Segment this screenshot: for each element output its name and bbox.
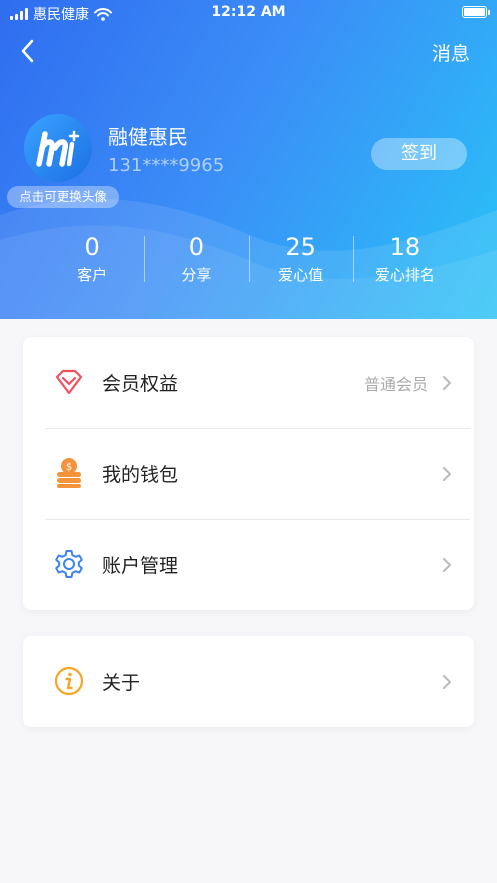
battery-icon [462, 6, 490, 18]
status-time: 12:12 AM [211, 4, 286, 20]
messages-link[interactable]: 消息 [432, 39, 470, 66]
stat-shares[interactable]: 0 分享 [144, 232, 248, 288]
menu-label: 关于 [102, 672, 141, 694]
change-avatar-tip[interactable]: 点击可更换头像 [7, 186, 119, 208]
profile-header: 惠民健康 12:12 AM 消息 点击可更换头像 融健惠民 131****996… [0, 0, 497, 319]
about-card: 关于 [23, 636, 474, 727]
stat-label: 爱心值 [278, 266, 324, 284]
chevron-right-icon [443, 558, 451, 572]
stat-value: 0 [188, 233, 205, 261]
svg-text:$: $ [66, 462, 72, 473]
stat-label: 客户 [77, 266, 108, 284]
stat-value: 25 [285, 233, 316, 261]
avatar[interactable] [24, 114, 92, 182]
membership-level: 普通会员 [363, 374, 428, 394]
chevron-right-icon [443, 467, 451, 481]
stats-bar: 0 客户 0 分享 25 爱心值 18 爱心排名 [40, 232, 457, 288]
stat-value: 0 [84, 233, 100, 261]
menu-item-account[interactable]: 账户管理 [23, 519, 474, 610]
menu-item-wallet[interactable]: $ 我的钱包 [23, 428, 474, 519]
stat-customers[interactable]: 0 客户 [40, 232, 144, 288]
stat-love-points[interactable]: 25 爱心值 [248, 232, 353, 288]
chevron-right-icon [443, 376, 451, 390]
menu-label: 账户管理 [102, 555, 179, 577]
menu-label: 我的钱包 [102, 464, 179, 486]
coins-icon: $ [57, 458, 81, 488]
stat-love-ranking[interactable]: 18 爱心排名 [352, 232, 457, 288]
back-button[interactable] [14, 36, 44, 66]
stat-label: 爱心排名 [374, 266, 435, 284]
chevron-right-icon [443, 675, 451, 689]
status-bar: 惠民健康 12:12 AM [0, 0, 497, 26]
stat-label: 分享 [181, 266, 212, 284]
gear-icon [55, 550, 83, 578]
phone-number: 131****9965 [108, 155, 225, 176]
menu-item-about[interactable]: 关于 [23, 636, 474, 727]
menu-label: 会员权益 [102, 373, 179, 395]
menu-item-membership[interactable]: 会员权益 普通会员 [23, 337, 474, 428]
main-menu-card: 会员权益 普通会员 $ 我的钱包 账户管理 [23, 337, 474, 610]
diamond-icon [55, 369, 83, 395]
app-logo-icon [36, 130, 80, 167]
username: 融健惠民 [108, 125, 188, 149]
info-icon [54, 666, 84, 696]
stat-value: 18 [389, 233, 421, 261]
signin-button[interactable]: 签到 [371, 138, 467, 170]
